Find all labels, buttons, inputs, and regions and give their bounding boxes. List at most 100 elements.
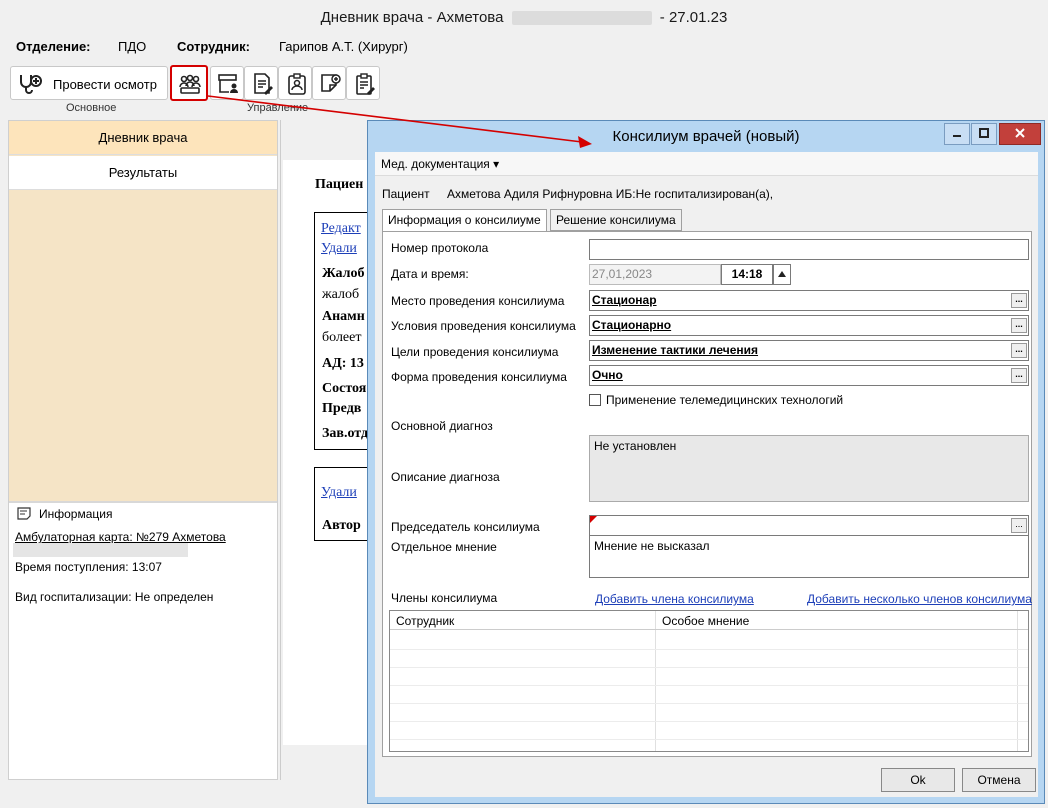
grid-row-line xyxy=(390,649,1028,650)
doc-prelim: Предв xyxy=(322,401,362,416)
telemed-label: Применение телемедицинских технологий xyxy=(606,393,844,407)
redacted-name xyxy=(511,11,652,26)
department-label: Отделение: xyxy=(16,39,91,54)
ribbon-group-main: Основное xyxy=(66,102,117,114)
clipboard-edit-button[interactable] xyxy=(346,66,380,100)
form-label: Форма проведения консилиума xyxy=(391,370,567,384)
form-browse-button[interactable]: ... xyxy=(1011,368,1027,383)
doc-head: Зав.отд xyxy=(322,426,367,441)
form-select[interactable]: Очно ... xyxy=(589,365,1029,386)
place-browse-button[interactable]: ... xyxy=(1011,293,1027,308)
close-button[interactable] xyxy=(999,123,1041,145)
date-input[interactable]: 27,01,2023 xyxy=(589,264,721,285)
chairman-browse-button[interactable]: ... xyxy=(1011,518,1027,533)
grid-row-line xyxy=(390,667,1028,668)
patient-row: Пациент Ахметова Адиля Рифнуровна ИБ:Не … xyxy=(382,187,773,201)
group-people-icon xyxy=(179,74,201,94)
archive-person-icon xyxy=(218,74,238,93)
doc-complaints-label: Жалоб xyxy=(322,266,365,281)
members-label: Члены консилиума xyxy=(391,591,498,605)
grid-row-line xyxy=(390,721,1028,722)
id-badge-icon xyxy=(288,73,306,95)
conditions-browse-button[interactable]: ... xyxy=(1011,318,1027,333)
grid-row-line xyxy=(390,703,1028,704)
telemed-checkbox[interactable] xyxy=(589,394,601,406)
protocol-label: Номер протокола xyxy=(391,241,489,255)
note-add-button[interactable] xyxy=(312,66,346,100)
opinion-textarea[interactable]: Мнение не высказал xyxy=(589,535,1029,578)
employee-label: Сотрудник: xyxy=(177,39,250,54)
datetime-label: Дата и время: xyxy=(391,267,469,281)
doc-author: Автор xyxy=(322,518,361,533)
grid-col-employee xyxy=(390,611,656,751)
chairman-select[interactable]: ... xyxy=(589,515,1029,536)
grid-header-employee[interactable]: Сотрудник xyxy=(396,614,454,628)
goals-select[interactable]: Изменение тактики лечения ... xyxy=(589,340,1029,361)
main-diagnosis-label: Основной диагноз xyxy=(391,419,493,433)
ribbon-toolbar: Провести осмотр Основное Управление xyxy=(0,62,1048,120)
info-note-icon xyxy=(17,507,31,520)
council-dialog: Консилиум врачей (новый) Мед. документац… xyxy=(367,120,1045,804)
required-marker-icon xyxy=(590,516,597,523)
dialog-body: Мед. документация ▾ Пациент Ахметова Ади… xyxy=(375,152,1038,797)
cancel-button[interactable]: Отмена xyxy=(962,768,1036,792)
archive-person-button[interactable] xyxy=(210,66,244,100)
place-select[interactable]: Стационар ... xyxy=(589,290,1029,311)
time-input[interactable]: 14:18 xyxy=(721,264,773,285)
chairman-label: Председатель консилиума xyxy=(391,520,540,534)
maximize-button[interactable] xyxy=(971,123,997,145)
tab-council-info[interactable]: Информация о консилиуме xyxy=(382,209,547,232)
window-title-suffix: - 27.01.23 xyxy=(659,9,728,26)
header-info: Отделение: ПДО Сотрудник: Гарипов А.Т. (… xyxy=(0,34,1048,64)
opinion-label: Отдельное мнение xyxy=(391,540,497,554)
add-member-link[interactable]: Добавить члена консилиума xyxy=(595,592,754,606)
protocol-number-input[interactable] xyxy=(589,239,1029,260)
doc-edit-link[interactable]: Редакт xyxy=(321,221,367,237)
tab-council-decision[interactable]: Решение консилиума xyxy=(550,209,682,231)
grid-row-line xyxy=(390,739,1028,740)
grid-col-opinion xyxy=(656,611,1018,751)
doc-anamnesis-label: Анамн xyxy=(322,309,365,324)
badge-button[interactable] xyxy=(278,66,312,100)
close-icon xyxy=(1015,128,1025,138)
goals-browse-button[interactable]: ... xyxy=(1011,343,1027,358)
arrival-time: Время поступления: 13:07 xyxy=(15,560,162,574)
info-box: Информация Амбулаторная карта: №279 Ахме… xyxy=(9,501,277,779)
minimize-button[interactable] xyxy=(944,123,970,145)
doc-anamnesis-text: болеет xyxy=(322,330,362,345)
minimize-icon xyxy=(953,135,961,137)
diagnosis-desc-textarea[interactable]: Не установлен xyxy=(589,435,1029,502)
window-title-prefix: Дневник врача - Ахметова xyxy=(320,9,504,26)
examine-button[interactable]: Провести осмотр xyxy=(10,66,168,100)
members-grid: Сотрудник Особое мнение xyxy=(389,610,1029,752)
nav-doctor-diary[interactable]: Дневник врача xyxy=(9,121,277,155)
document-edit-button[interactable] xyxy=(244,66,278,100)
doc-delete-link-2[interactable]: Удали xyxy=(321,485,367,501)
patient-value: Ахметова Адиля Рифнуровна ИБ:Не госпитал… xyxy=(447,187,774,201)
patient-label: Пациент xyxy=(382,187,430,201)
doc-delete-link[interactable]: Удали xyxy=(321,241,367,257)
doc-bp: АД: 13 xyxy=(322,356,364,371)
grid-row-line xyxy=(390,685,1028,686)
time-spin-button[interactable] xyxy=(773,264,791,285)
med-docs-menu[interactable]: Мед. документация ▾ xyxy=(381,157,499,171)
ambulatory-card-link[interactable]: Амбулаторная карта: №279 Ахметова xyxy=(15,530,226,544)
place-label: Место проведения консилиума xyxy=(391,294,565,308)
dialog-menu-bar: Мед. документация ▾ xyxy=(375,152,1038,176)
employee-value: Гарипов А.Т. (Хирург) xyxy=(279,39,408,54)
examine-button-label: Провести осмотр xyxy=(53,77,157,92)
add-members-link[interactable]: Добавить несколько членов консилиума xyxy=(807,592,1032,606)
main-window-title: Дневник врача - Ахметова - 27.01.23 xyxy=(0,0,1048,34)
doc-complaints-text: жалоб xyxy=(322,287,360,302)
diagnosis-desc-label: Описание диагноза xyxy=(391,470,500,484)
ok-button[interactable]: Ok xyxy=(881,768,955,792)
redacted-line xyxy=(13,543,188,557)
clipboard-pen-icon xyxy=(356,73,375,95)
goals-label: Цели проведения консилиума xyxy=(391,345,559,359)
ribbon-group-manage: Управление xyxy=(247,102,309,114)
conditions-select[interactable]: Стационарно ... xyxy=(589,315,1029,336)
grid-header-opinion[interactable]: Особое мнение xyxy=(662,614,749,628)
nav-results[interactable]: Результаты xyxy=(9,156,277,190)
hospitalization-type: Вид госпитализации: Не определен xyxy=(15,590,214,604)
council-button[interactable] xyxy=(170,65,208,101)
